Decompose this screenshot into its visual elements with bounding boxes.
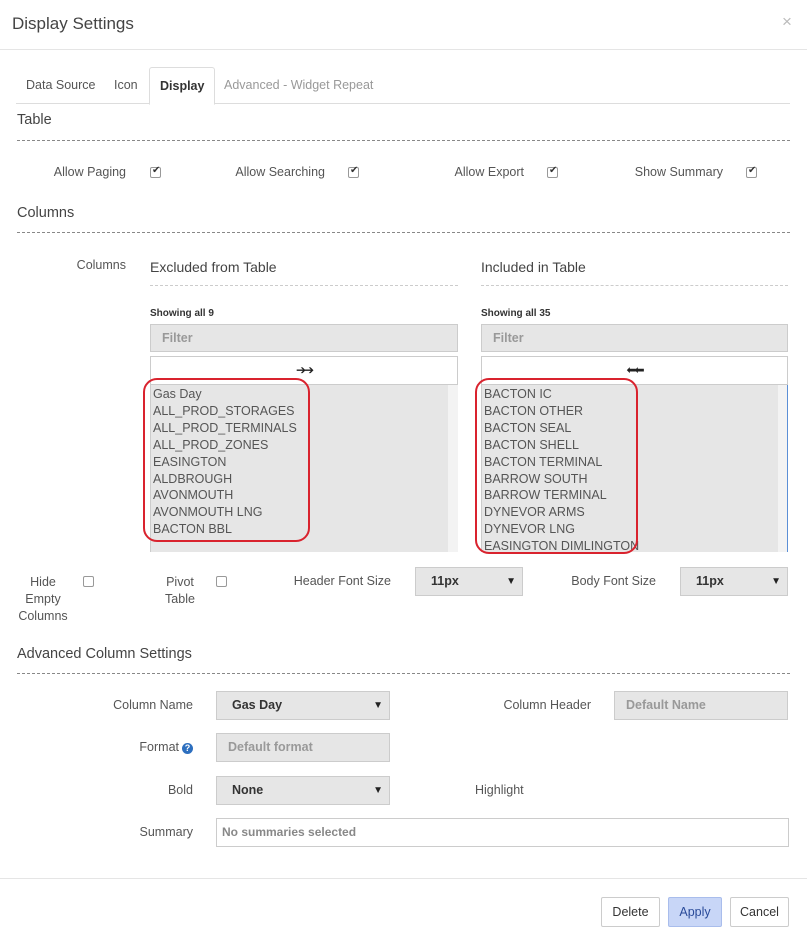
chevron-down-icon: ▼ (373, 785, 383, 796)
highlight-label: Highlight (475, 783, 524, 797)
header-font-size-select[interactable]: 11px ▼ (415, 567, 523, 596)
body-font-size-label: Body Font Size (571, 574, 656, 588)
tab-advanced-widget-repeat[interactable]: Advanced - Widget Repeat (214, 67, 383, 104)
columns-row-label: Columns (76, 258, 126, 272)
close-icon[interactable]: × (782, 12, 792, 32)
included-count: Showing all 35 (481, 308, 551, 319)
show-summary-label: Show Summary (634, 165, 723, 179)
advanced-section-divider (17, 673, 790, 674)
table-section-title: Table (17, 112, 52, 128)
tab-icon[interactable]: Icon (104, 67, 148, 104)
delete-button[interactable]: Delete (601, 897, 660, 927)
tab-data-source[interactable]: Data Source (16, 67, 105, 104)
included-scrollbar[interactable] (778, 385, 788, 552)
allow-export-label: Allow Export (454, 165, 524, 179)
format-input[interactable]: Default format (216, 733, 390, 762)
included-heading: Included in Table (481, 259, 586, 275)
included-highlight-box (475, 378, 638, 554)
excluded-scrollbar[interactable] (448, 385, 458, 552)
chevron-down-icon: ▼ (373, 700, 383, 711)
summary-label: Summary (139, 825, 193, 839)
column-header-label: Column Header (503, 698, 591, 712)
allow-paging-label: Allow Paging (53, 165, 126, 179)
table-section-divider (17, 140, 790, 141)
tab-bar: Data Source Icon Display Advanced - Widg… (16, 67, 790, 105)
included-filter-input[interactable]: Filter (481, 324, 788, 352)
pivot-table-checkbox[interactable] (216, 576, 227, 587)
excluded-heading: Excluded from Table (150, 259, 277, 275)
allow-export-checkbox[interactable] (547, 165, 558, 178)
bold-select[interactable]: None ▼ (216, 776, 390, 805)
column-name-select[interactable]: Gas Day ▼ (216, 691, 390, 720)
chevron-down-icon: ▼ (771, 576, 781, 587)
footer-divider (0, 878, 807, 879)
column-name-label: Column Name (113, 698, 193, 712)
excluded-filter-input[interactable]: Filter (150, 324, 458, 352)
allow-searching-checkbox[interactable] (348, 165, 359, 178)
dialog-title: Display Settings (12, 14, 134, 33)
included-heading-divider (481, 285, 788, 286)
excluded-highlight-box (143, 378, 310, 542)
body-font-size-select[interactable]: 11px ▼ (680, 567, 788, 596)
show-summary-checkbox[interactable] (746, 165, 757, 178)
allow-paging-checkbox[interactable] (150, 165, 161, 178)
tab-display[interactable]: Display (149, 67, 216, 105)
excluded-heading-divider (150, 285, 458, 286)
bold-label: Bold (167, 783, 193, 797)
cancel-button[interactable]: Cancel (730, 897, 789, 927)
summary-select[interactable]: No summaries selected (216, 818, 789, 847)
help-circle-icon[interactable]: ? (182, 743, 193, 754)
apply-button[interactable]: Apply (668, 897, 722, 927)
allow-searching-label: Allow Searching (235, 165, 325, 179)
hide-empty-columns-label: Hide Empty Columns (18, 575, 68, 623)
chevron-down-icon: ▼ (506, 576, 516, 587)
columns-section-title: Columns (17, 205, 75, 221)
format-label: Format (139, 740, 179, 754)
columns-section-divider (17, 232, 790, 233)
pivot-table-label: Pivot Table (165, 575, 195, 606)
hide-empty-columns-checkbox[interactable] (83, 576, 94, 587)
header-font-size-label: Header Font Size (293, 574, 391, 588)
column-header-input[interactable]: Default Name (614, 691, 788, 720)
header-divider (0, 49, 807, 50)
advanced-section-title: Advanced Column Settings (17, 646, 192, 662)
excluded-count: Showing all 9 (150, 308, 214, 319)
